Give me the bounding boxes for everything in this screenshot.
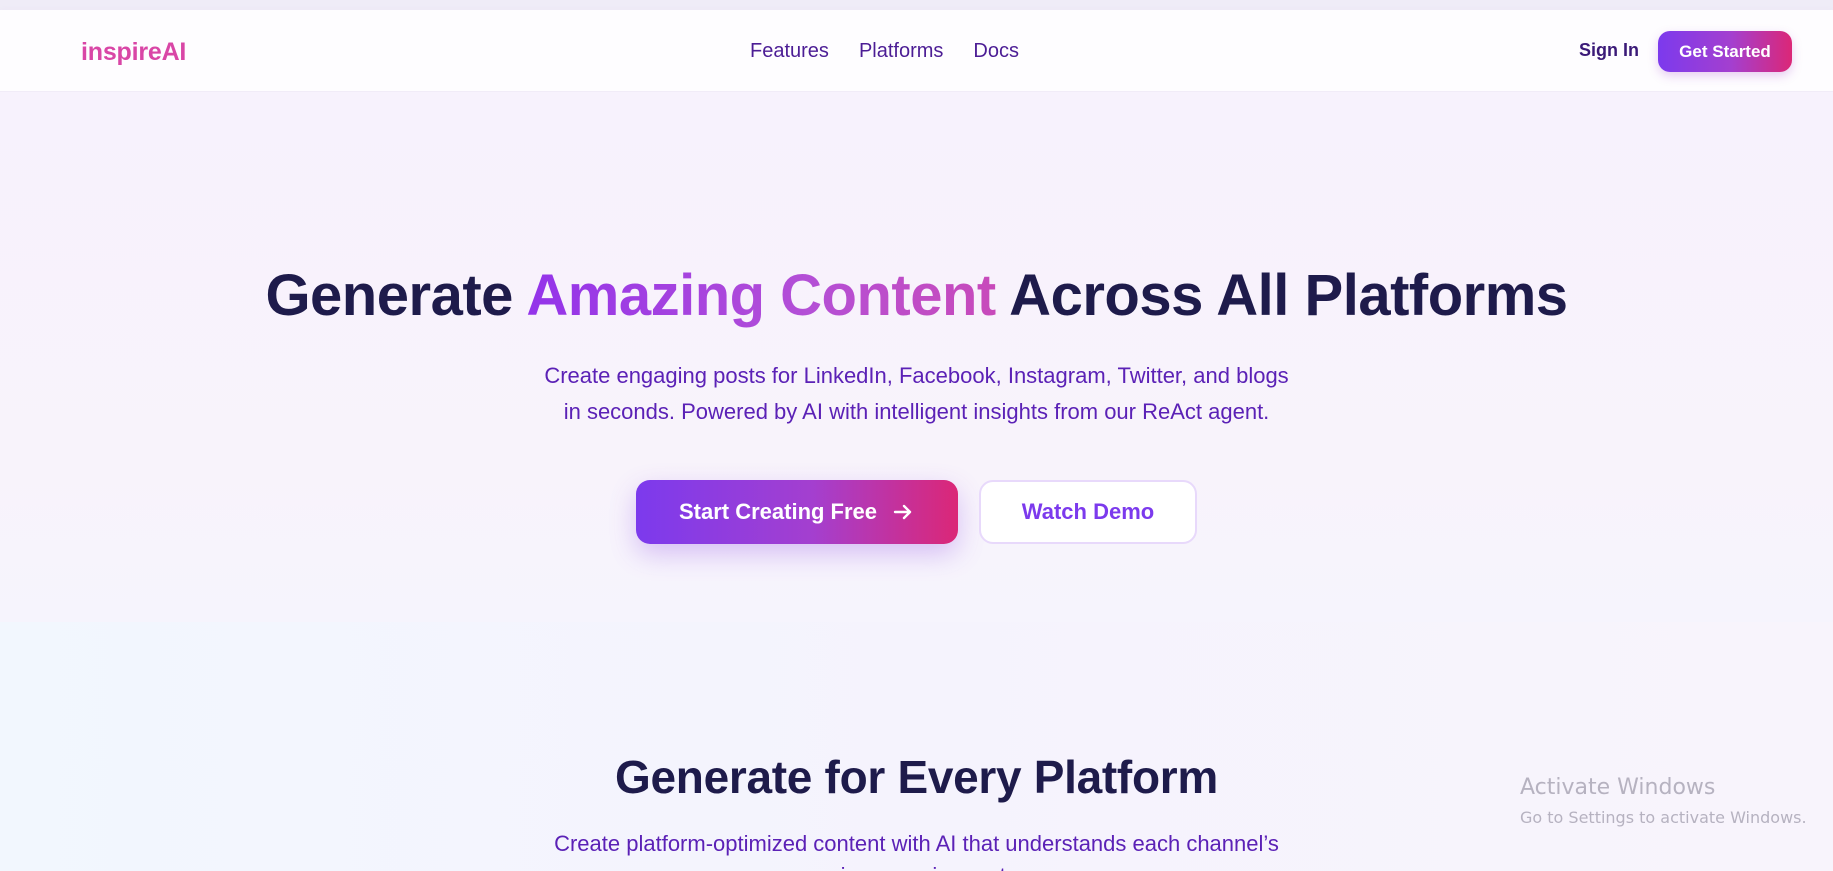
platforms-section: Generate for Every Platform Create platf… bbox=[0, 622, 1833, 871]
hero-title-part1: Generate bbox=[265, 263, 527, 328]
activate-windows-watermark: Activate Windows Go to Settings to activ… bbox=[1520, 774, 1807, 830]
main-nav: Features Platforms Docs bbox=[750, 40, 1019, 63]
start-creating-free-label: Start Creating Free bbox=[678, 499, 878, 524]
browser-top-strip bbox=[0, 0, 1833, 10]
hero-subtitle-line2: in seconds. Powered by AI with intellige… bbox=[563, 399, 1270, 424]
activate-windows-title: Activate Windows bbox=[1520, 775, 1716, 800]
hero-title: Generate Amazing Content Across All Plat… bbox=[0, 262, 1833, 329]
hero-title-highlight: Amazing Content bbox=[526, 263, 996, 328]
hero-subtitle: Create engaging posts for LinkedIn, Face… bbox=[0, 358, 1833, 430]
start-creating-free-button[interactable]: Start Creating Free bbox=[636, 480, 958, 544]
hero-subtitle-line1: Create engaging posts for LinkedIn, Face… bbox=[544, 363, 1289, 388]
brand-logo[interactable]: inspireAI bbox=[81, 38, 186, 67]
hero-title-part2: Across All Platforms bbox=[995, 263, 1568, 328]
nav-link-docs[interactable]: Docs bbox=[973, 40, 1019, 63]
landing-page: inspireAI Features Platforms Docs Sign I… bbox=[0, 0, 1833, 871]
platforms-subtitle-line1: Create platform-optimized content with A… bbox=[554, 831, 1279, 856]
hero-section: Generate Amazing Content Across All Plat… bbox=[0, 92, 1833, 622]
platforms-section-subtitle: Create platform-optimized content with A… bbox=[0, 828, 1833, 871]
arrow-right-icon bbox=[893, 504, 912, 520]
get-started-button[interactable]: Get Started bbox=[1658, 31, 1792, 72]
activate-windows-hint: Go to Settings to activate Windows. bbox=[1520, 808, 1807, 827]
sign-in-link[interactable]: Sign In bbox=[1579, 40, 1639, 61]
top-navbar: inspireAI Features Platforms Docs Sign I… bbox=[0, 10, 1833, 92]
nav-link-platforms[interactable]: Platforms bbox=[859, 40, 943, 63]
nav-link-features[interactable]: Features bbox=[750, 40, 829, 63]
watch-demo-button[interactable]: Watch Demo bbox=[979, 480, 1197, 544]
platforms-subtitle-line2: unique requirements bbox=[816, 863, 1017, 871]
